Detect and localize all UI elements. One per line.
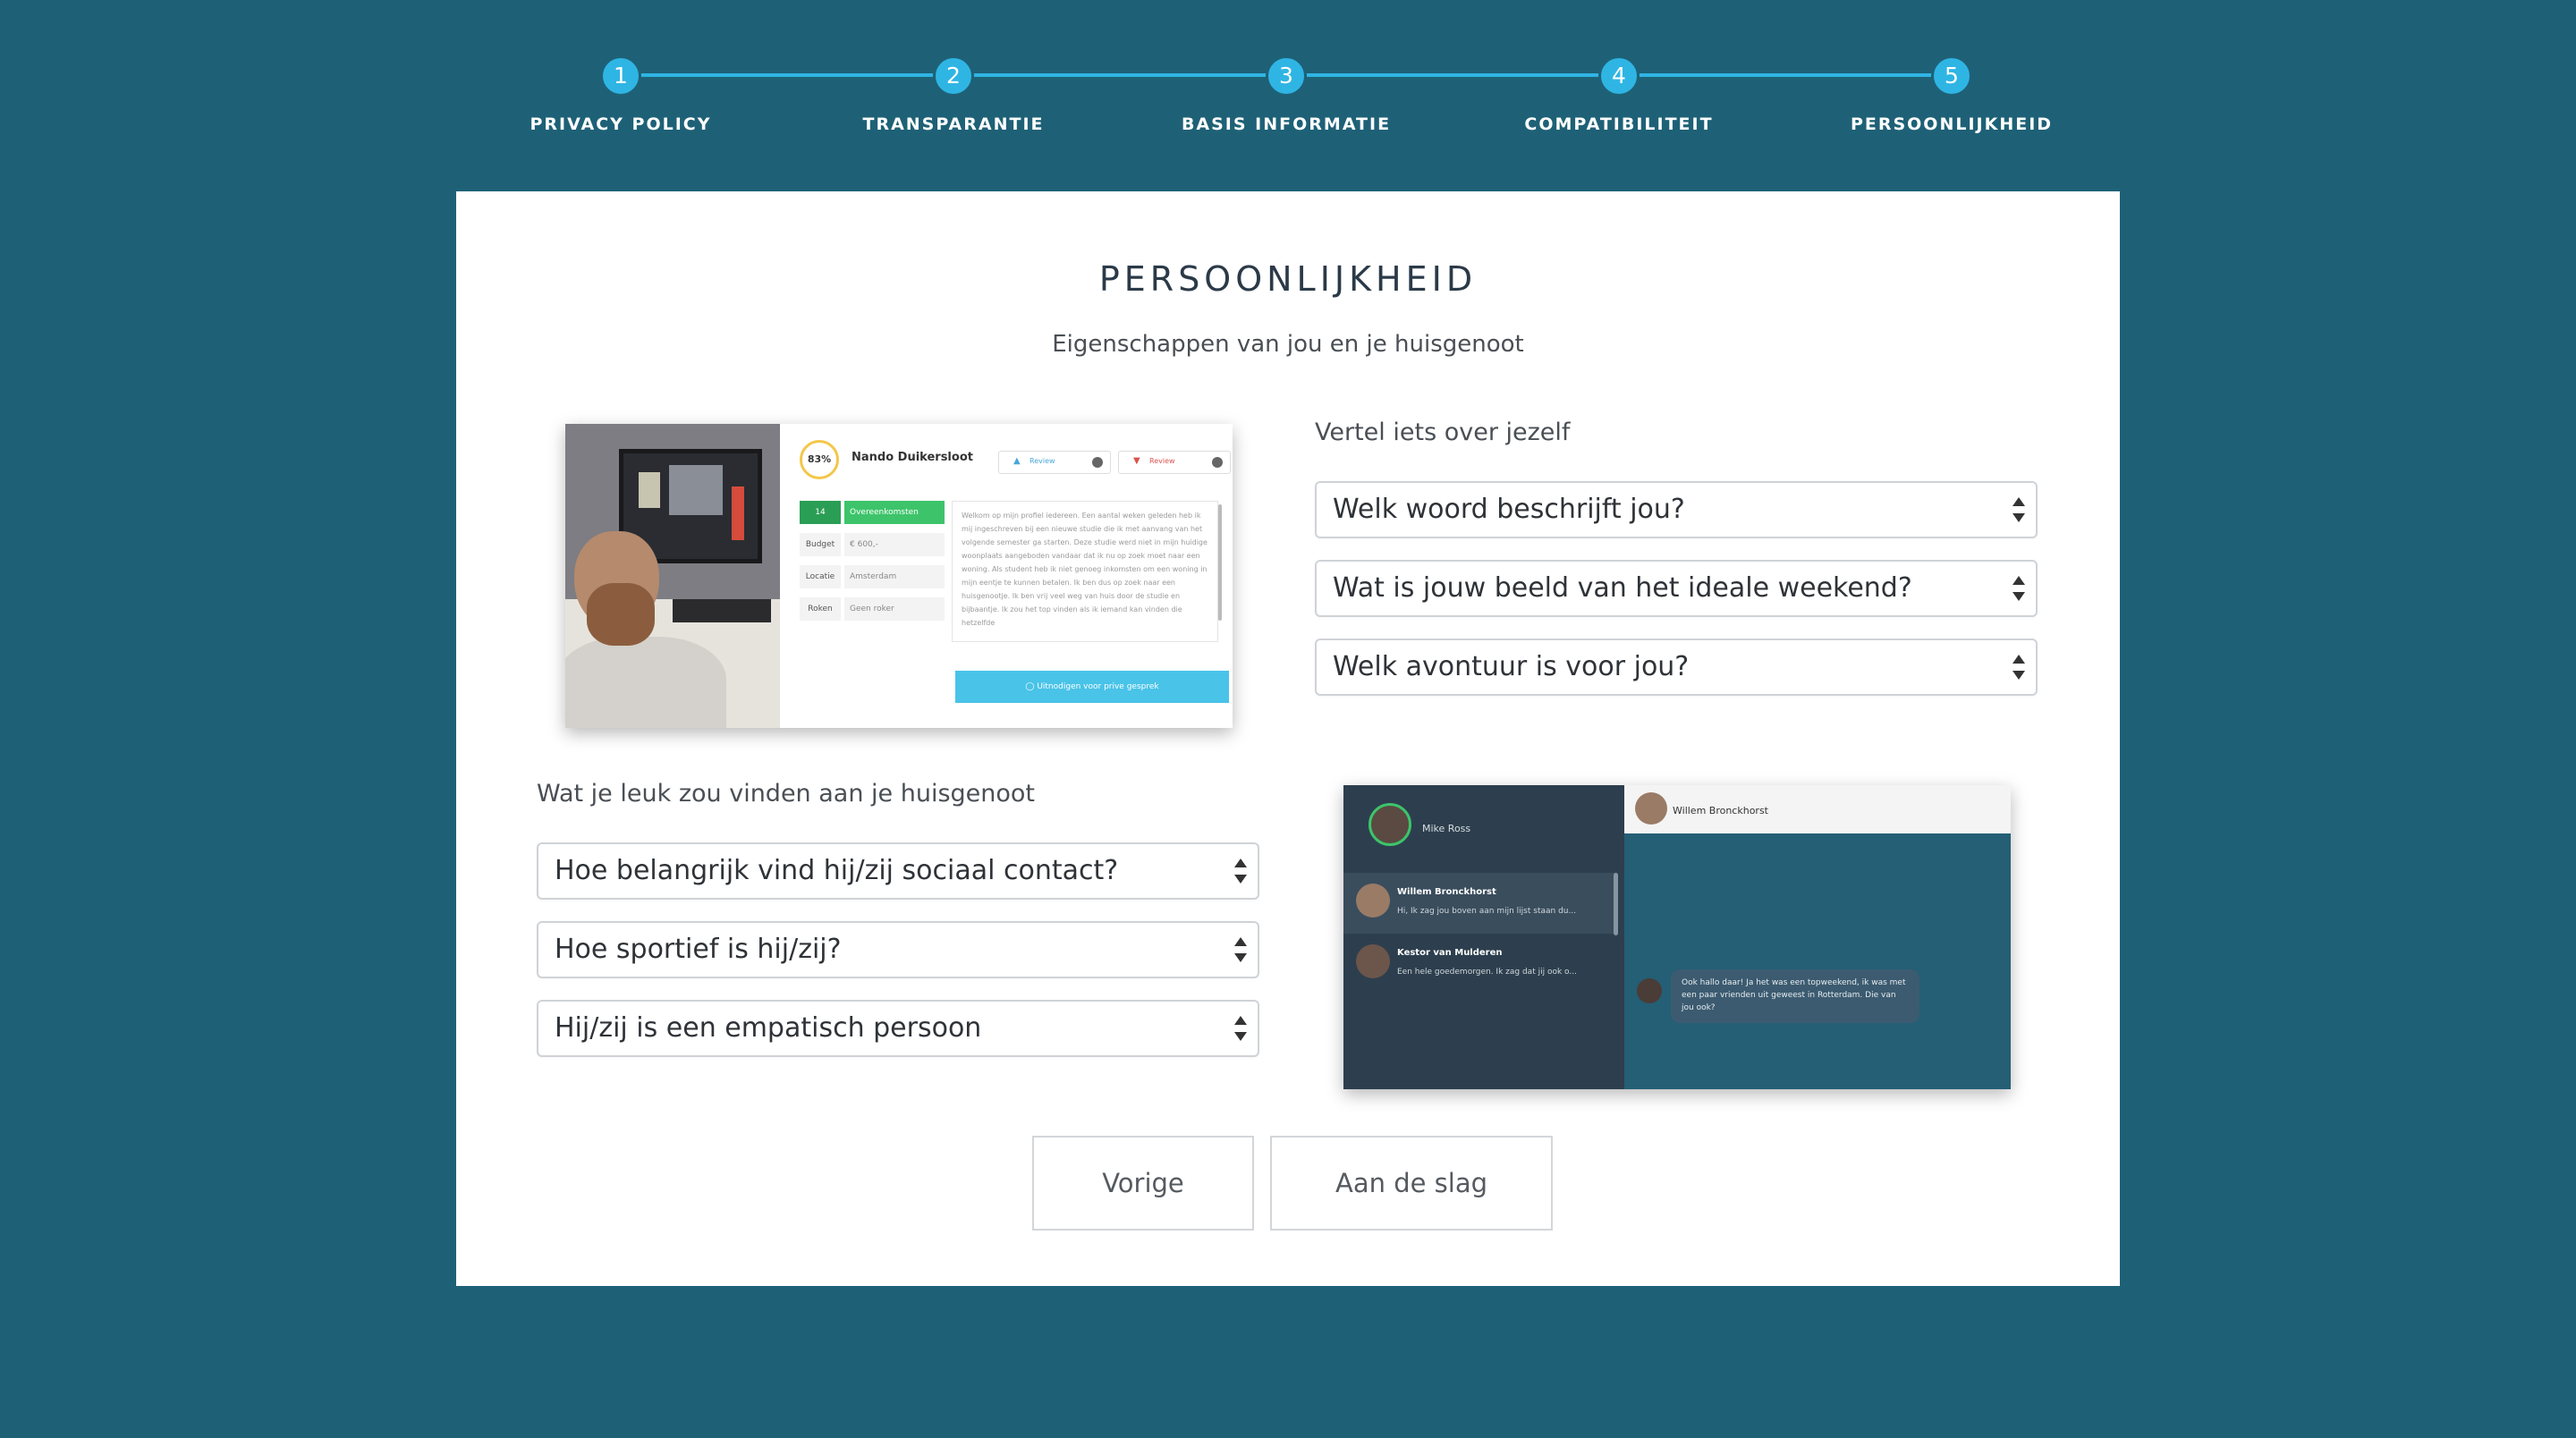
step-number: 4	[1598, 55, 1640, 97]
conversation-item: Kestor van Mulderen Een hele goedemorgen…	[1343, 934, 1615, 994]
select-value: Welk avontuur is voor jou?	[1333, 651, 1690, 682]
page-title: PERSOONLIJKHEID	[1098, 259, 1478, 299]
step-persoonlijkheid[interactable]: 5 PERSOONLIJKHEID	[1818, 55, 2086, 134]
review-label: Review	[1149, 457, 1175, 465]
progress-stepper: 1 PRIVACY POLICY 2 TRANSPARANTIE 3 BASIS…	[0, 0, 2576, 170]
thumbs-up-icon: ▲	[1013, 456, 1021, 466]
row-key: 14	[800, 501, 841, 524]
roommate-section-label: Wat je leuk zou vinden aan je huisgenoot	[537, 780, 1036, 808]
select-value: Hoe sportief is hij/zij?	[555, 934, 842, 965]
chat-list-scrollbar	[1614, 873, 1618, 935]
select-word-describes-you[interactable]: Welk woord beschrijft jou?	[1315, 481, 2038, 538]
invite-label: Uitnodigen voor prive gesprek	[1037, 682, 1159, 691]
bio-scrollbar	[1218, 504, 1222, 621]
profile-preview-image: 83% Nando Duikersloot ▲ Review ▼ Review …	[565, 424, 1233, 728]
review-count-icon	[1092, 457, 1103, 468]
step-label: PRIVACY POLICY	[530, 114, 712, 134]
thumbs-down-icon: ▼	[1133, 456, 1140, 466]
chat-icon: ◯	[1025, 682, 1038, 691]
my-avatar	[1368, 803, 1411, 846]
step-basis-informatie[interactable]: 3 BASIS INFORMATIE	[1152, 55, 1420, 134]
select-ideal-weekend[interactable]: Wat is jouw beeld van het ideale weekend…	[1315, 560, 2038, 617]
step-label: TRANSPARANTIE	[862, 114, 1045, 134]
row-key: Budget	[800, 533, 841, 556]
step-label: COMPATIBILITEIT	[1524, 114, 1714, 134]
select-arrows-icon	[1234, 857, 1247, 885]
review-count-icon	[1212, 457, 1223, 468]
contact-name: Kestor van Mulderen	[1397, 948, 1503, 958]
form-card: PERSOONLIJKHEID Eigenschappen van jou en…	[456, 191, 2120, 1286]
select-arrows-icon	[1234, 935, 1247, 964]
contact-avatar	[1356, 944, 1390, 978]
invite-private-chat-button: ◯ Uitnodigen voor prive gesprek	[955, 671, 1229, 703]
review-negative-button: ▼ Review	[1118, 451, 1231, 474]
select-social-contact[interactable]: Hoe belangrijk vind hij/zij sociaal cont…	[537, 842, 1259, 900]
step-number: 1	[600, 55, 641, 97]
conversation-item: Willem Bronckhorst Hi, Ik zag jou boven …	[1343, 873, 1615, 934]
contact-avatar	[1356, 884, 1390, 918]
select-value: Hoe belangrijk vind hij/zij sociaal cont…	[555, 855, 1119, 886]
conversation-snippet: Een hele goedemorgen. Ik zag dat jij ook…	[1397, 968, 1577, 977]
match-percentage: 83%	[800, 440, 839, 479]
start-button[interactable]: Aan de slag	[1270, 1136, 1553, 1231]
review-label: Review	[1030, 457, 1055, 465]
contact-name: Willem Bronckhorst	[1397, 887, 1496, 897]
step-privacy-policy[interactable]: 1 PRIVACY POLICY	[487, 55, 755, 134]
row-value: € 600,-	[844, 533, 945, 556]
step-number: 2	[933, 55, 974, 97]
row-key: Locatie	[800, 565, 841, 588]
review-positive-button: ▲ Review	[998, 451, 1111, 474]
profile-name: Nando Duikersloot	[852, 451, 973, 464]
chat-partner-name: Willem Bronckhorst	[1673, 805, 1768, 816]
chat-preview-image: Mike Ross Willem Bronckhorst Hi, Ik zag …	[1343, 785, 2011, 1089]
chat-messages-area	[1624, 833, 2011, 1089]
step-transparantie[interactable]: 2 TRANSPARANTIE	[819, 55, 1088, 134]
chat-bubble: Ook hallo daar! Ja het was een topweeken…	[1671, 969, 1919, 1023]
conversation-snippet: Hi, Ik zag jou boven aan mijn lijst staa…	[1397, 907, 1577, 916]
select-value: Welk woord beschrijft jou?	[1333, 494, 1685, 525]
row-value: Overeenkomsten	[844, 501, 945, 524]
row-value: Geen roker	[844, 597, 945, 621]
step-label: PERSOONLIJKHEID	[1850, 114, 2054, 134]
row-value: Amsterdam	[844, 565, 945, 588]
row-key: Roken	[800, 597, 841, 621]
select-adventure[interactable]: Welk avontuur is voor jou?	[1315, 639, 2038, 696]
step-number: 3	[1266, 55, 1307, 97]
step-compatibiliteit[interactable]: 4 COMPATIBILITEIT	[1485, 55, 1753, 134]
message-avatar	[1637, 978, 1662, 1003]
select-empathy[interactable]: Hij/zij is een empatisch persoon	[537, 1000, 1259, 1057]
chat-partner-avatar	[1635, 792, 1667, 825]
profile-photo	[565, 424, 780, 728]
page-subtitle: Eigenschappen van jou en je huisgenoot	[1052, 331, 1524, 358]
step-label: BASIS INFORMATIE	[1181, 114, 1392, 134]
select-sportiness[interactable]: Hoe sportief is hij/zij?	[537, 921, 1259, 978]
select-arrows-icon	[2012, 574, 2025, 603]
select-value: Wat is jouw beeld van het ideale weekend…	[1333, 572, 1912, 604]
self-section-label: Vertel iets over jezelf	[1315, 419, 1571, 446]
previous-button[interactable]: Vorige	[1032, 1136, 1254, 1231]
select-arrows-icon	[1234, 1014, 1247, 1043]
select-value: Hij/zij is een empatisch persoon	[555, 1012, 982, 1044]
my-name: Mike Ross	[1422, 823, 1471, 834]
select-arrows-icon	[2012, 653, 2025, 681]
step-number: 5	[1931, 55, 1972, 97]
profile-bio: Welkom op mijn profiel iedereen. Een aan…	[952, 501, 1218, 642]
select-arrows-icon	[2012, 495, 2025, 524]
